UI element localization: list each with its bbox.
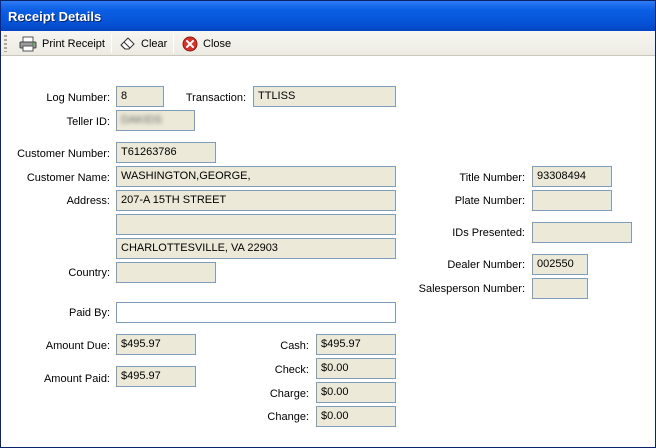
customer-number-field[interactable]: T61263786 (116, 142, 216, 163)
address-line2-field[interactable] (116, 214, 396, 235)
customer-name-label: Customer Name: (26, 172, 110, 184)
salesperson-number-field[interactable] (532, 278, 588, 299)
close-button[interactable]: Close (178, 33, 235, 54)
print-receipt-button[interactable]: Print Receipt (15, 33, 109, 54)
address-label: Address: (66, 195, 110, 207)
close-label: Close (203, 37, 232, 50)
title-bar[interactable]: Receipt Details (1, 1, 655, 31)
dealer-number-field[interactable]: 002550 (532, 254, 588, 275)
toolbar-separator (111, 34, 112, 53)
toolbar-grip[interactable] (4, 35, 7, 52)
print-receipt-label: Print Receipt (42, 37, 105, 50)
check-field[interactable]: $0.00 (316, 358, 396, 379)
teller-id-field[interactable]: DAKIDS (116, 110, 195, 131)
teller-id-label: Teller ID: (66, 116, 110, 128)
transaction-field[interactable]: TTLISS (253, 86, 396, 107)
cash-field[interactable]: $495.97 (316, 334, 396, 355)
charge-label: Charge: (269, 388, 309, 400)
cash-label: Cash: (280, 340, 309, 352)
transaction-label: Transaction: (185, 92, 246, 104)
dealer-number-label: Dealer Number: (447, 259, 525, 271)
clear-label: Clear (141, 37, 168, 50)
plate-number-label: Plate Number: (454, 195, 525, 207)
address-line1-field[interactable]: 207-A 15TH STREET (116, 190, 396, 211)
amount-paid-label: Amount Paid: (43, 373, 110, 385)
paid-by-label: Paid By: (69, 307, 110, 319)
change-field[interactable]: $0.00 (316, 406, 396, 427)
customer-number-label: Customer Number: (17, 148, 110, 160)
window-title: Receipt Details (8, 9, 102, 24)
teller-id-value: DAKIDS (121, 114, 162, 126)
amount-due-field[interactable]: $495.97 (116, 334, 196, 355)
toolbar-separator (173, 34, 174, 53)
log-number-label: Log Number: (46, 92, 110, 104)
customer-name-field[interactable]: WASHINGTON,GEORGE, (116, 166, 396, 187)
title-number-field[interactable]: 93308494 (532, 166, 612, 187)
plate-number-field[interactable] (532, 190, 612, 211)
change-label: Change: (267, 411, 309, 423)
ids-presented-label: IDs Presented: (452, 227, 525, 239)
receipt-details-window: Receipt Details Print Receipt Clear Clos… (0, 0, 656, 448)
salesperson-number-label: Salesperson Number: (418, 283, 525, 295)
paid-by-field[interactable] (116, 302, 396, 323)
amount-paid-field[interactable]: $495.97 (116, 366, 196, 387)
amount-due-label: Amount Due: (45, 340, 110, 352)
log-number-field[interactable]: 8 (116, 86, 164, 107)
country-field[interactable] (116, 262, 216, 283)
country-label: Country: (68, 267, 110, 279)
close-circle-icon (182, 36, 198, 51)
ids-presented-field[interactable] (532, 222, 632, 243)
eraser-icon (120, 36, 135, 49)
toolbar: Print Receipt Clear Close (1, 31, 655, 56)
check-label: Check: (274, 364, 309, 376)
charge-field[interactable]: $0.00 (316, 382, 396, 403)
printer-icon (19, 36, 37, 51)
clear-button[interactable]: Clear (116, 33, 171, 54)
address-line3-field[interactable]: CHARLOTTESVILLE, VA 22903 (116, 238, 396, 259)
title-number-label: Title Number: (459, 172, 525, 184)
